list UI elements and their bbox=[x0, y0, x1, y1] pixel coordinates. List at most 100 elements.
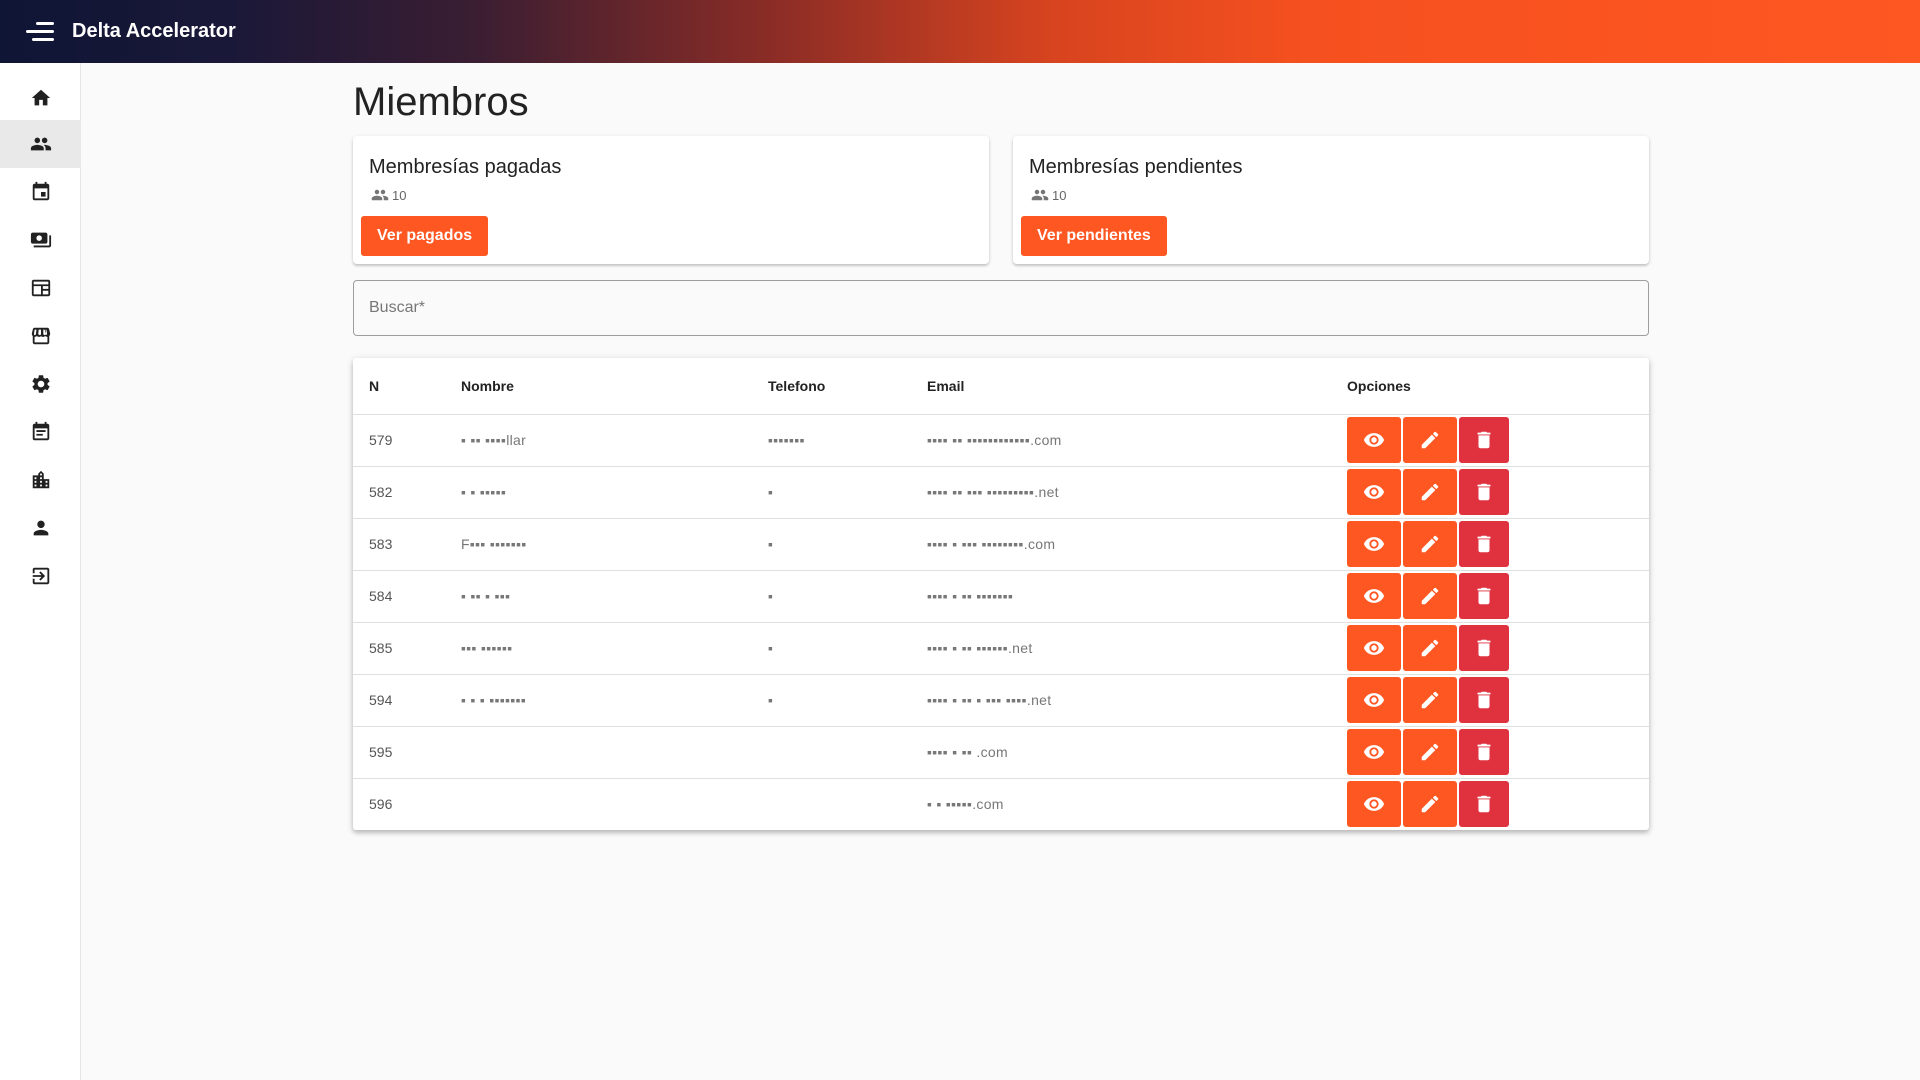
search-input[interactable] bbox=[354, 281, 1648, 335]
buildings-icon bbox=[32, 470, 49, 489]
column-header-name[interactable]: Nombre bbox=[445, 358, 752, 415]
trash-icon bbox=[1477, 587, 1491, 605]
cell-phone: ▪ bbox=[752, 674, 911, 727]
sidebar-item-calendar[interactable] bbox=[0, 168, 81, 216]
column-header-phone[interactable]: Telefono bbox=[752, 358, 911, 415]
sidebar-item-buildings[interactable] bbox=[0, 456, 81, 504]
view-button[interactable] bbox=[1347, 573, 1401, 619]
delete-button[interactable] bbox=[1459, 729, 1509, 775]
trash-icon bbox=[1477, 743, 1491, 761]
app-title: Delta Accelerator bbox=[72, 20, 236, 42]
view-paid-button[interactable]: Ver pagados bbox=[361, 216, 489, 256]
table-row: 596 ▪ ▪ ▪▪▪▪▪.com bbox=[353, 778, 1649, 830]
cell-options bbox=[1331, 466, 1649, 519]
sidebar-item-members[interactable] bbox=[0, 120, 81, 168]
row-actions bbox=[1347, 521, 1649, 567]
members-table: N Nombre Telefono Email Opciones 579 ▪ ▪… bbox=[353, 358, 1649, 830]
edit-button[interactable] bbox=[1403, 573, 1457, 619]
view-button[interactable] bbox=[1347, 469, 1401, 515]
sidebar-item-events[interactable] bbox=[0, 408, 81, 456]
eye-icon bbox=[1363, 589, 1385, 603]
eye-icon bbox=[1363, 693, 1385, 707]
top-app-bar: Delta Accelerator bbox=[0, 0, 1920, 63]
delete-button[interactable] bbox=[1459, 677, 1509, 723]
menu-icon[interactable] bbox=[22, 20, 54, 44]
cell-name: ▪ ▪ ▪ ▪▪▪▪▪▪▪ bbox=[445, 674, 752, 727]
cell-name: ▪▪▪ ▪▪▪▪▪▪ bbox=[445, 622, 752, 675]
cell-phone: ▪ bbox=[752, 570, 911, 623]
view-button[interactable] bbox=[1347, 521, 1401, 567]
table-header-row: N Nombre Telefono Email Opciones bbox=[353, 358, 1649, 415]
delete-button[interactable] bbox=[1459, 625, 1509, 671]
pencil-icon bbox=[1421, 587, 1439, 605]
table-row: 585 ▪▪▪ ▪▪▪▪▪▪ ▪ ▪▪▪▪ ▪ ▪▪ ▪▪▪▪▪▪.net bbox=[353, 622, 1649, 675]
search-field[interactable] bbox=[353, 280, 1649, 336]
view-button[interactable] bbox=[1347, 781, 1401, 828]
cell-phone bbox=[752, 778, 911, 830]
sidebar-item-table[interactable] bbox=[0, 264, 81, 312]
trash-icon bbox=[1477, 535, 1491, 553]
cell-options bbox=[1331, 414, 1649, 467]
card-title: Membresías pagadas bbox=[369, 156, 562, 178]
sidebar-item-logout[interactable] bbox=[0, 552, 81, 600]
view-button[interactable] bbox=[1347, 729, 1401, 775]
edit-button[interactable] bbox=[1403, 781, 1457, 828]
cell-options bbox=[1331, 518, 1649, 571]
trash-icon bbox=[1477, 431, 1491, 449]
delete-button[interactable] bbox=[1459, 417, 1509, 463]
view-button[interactable] bbox=[1347, 677, 1401, 723]
cell-email: ▪▪▪▪ ▪ ▪▪ ▪ ▪▪▪ ▪▪▪▪.net bbox=[911, 674, 1331, 727]
row-actions bbox=[1347, 573, 1649, 619]
edit-button[interactable] bbox=[1403, 469, 1457, 515]
cell-options bbox=[1331, 778, 1649, 830]
edit-button[interactable] bbox=[1403, 625, 1457, 671]
eye-icon bbox=[1363, 797, 1385, 812]
row-actions bbox=[1347, 729, 1649, 775]
view-button[interactable] bbox=[1347, 417, 1401, 463]
edit-button[interactable] bbox=[1403, 521, 1457, 567]
column-header-n[interactable]: N bbox=[353, 358, 445, 415]
table-row: 579 ▪ ▪▪ ▪▪▪▪llar ▪▪▪▪▪▪▪ ▪▪▪▪ ▪▪ ▪▪▪▪▪▪… bbox=[353, 414, 1649, 467]
view-button[interactable] bbox=[1347, 625, 1401, 671]
delete-button[interactable] bbox=[1459, 781, 1509, 828]
table-row: 584 ▪ ▪▪ ▪ ▪▪▪ ▪ ▪▪▪▪ ▪ ▪▪ ▪▪▪▪▪▪▪ bbox=[353, 570, 1649, 623]
sidebar-item-settings[interactable] bbox=[0, 360, 81, 408]
person-icon bbox=[33, 520, 48, 536]
paid-memberships-card: Membresías pagadas 10 Ver pagados bbox=[353, 136, 989, 264]
eye-icon bbox=[1363, 641, 1385, 655]
edit-button[interactable] bbox=[1403, 417, 1457, 463]
cell-email: ▪▪▪▪ ▪▪ ▪▪▪ ▪▪▪▪▪▪▪▪▪.net bbox=[911, 466, 1331, 519]
column-header-email[interactable]: Email bbox=[911, 358, 1331, 415]
trash-icon bbox=[1477, 691, 1491, 709]
sidebar-item-home[interactable] bbox=[0, 74, 81, 122]
pencil-icon bbox=[1421, 639, 1439, 657]
trash-icon bbox=[1477, 796, 1491, 813]
cell-email: ▪▪▪▪ ▪▪ ▪▪▪▪▪▪▪▪▪▪▪▪.com bbox=[911, 414, 1331, 467]
cell-options bbox=[1331, 622, 1649, 675]
cell-name: ▪ ▪ ▪▪▪▪▪ bbox=[445, 466, 752, 519]
edit-button[interactable] bbox=[1403, 729, 1457, 775]
cell-name bbox=[445, 726, 752, 779]
delete-button[interactable] bbox=[1459, 469, 1509, 515]
cell-n: 595 bbox=[353, 726, 445, 779]
view-pending-button[interactable]: Ver pendientes bbox=[1021, 216, 1167, 256]
cell-n: 583 bbox=[353, 518, 445, 571]
sidebar-item-profile[interactable] bbox=[0, 504, 81, 552]
sidebar-item-store[interactable] bbox=[0, 312, 81, 360]
delete-button[interactable] bbox=[1459, 521, 1509, 567]
cell-phone bbox=[752, 726, 911, 779]
sidebar-item-payments[interactable] bbox=[0, 216, 81, 264]
delete-button[interactable] bbox=[1459, 573, 1509, 619]
eye-icon bbox=[1363, 433, 1385, 447]
cell-name: ▪ ▪▪ ▪ ▪▪▪ bbox=[445, 570, 752, 623]
pending-memberships-card: Membresías pendientes 10 Ver pendientes bbox=[1013, 136, 1649, 264]
cell-n: 585 bbox=[353, 622, 445, 675]
trash-icon bbox=[1477, 639, 1491, 657]
cell-n: 579 bbox=[353, 414, 445, 467]
table-row: 583 F▪▪▪ ▪▪▪▪▪▪▪ ▪ ▪▪▪▪ ▪ ▪▪▪ ▪▪▪▪▪▪▪▪.c… bbox=[353, 518, 1649, 571]
logout-icon bbox=[32, 567, 49, 585]
calendar-icon bbox=[32, 181, 49, 201]
pencil-icon bbox=[1421, 483, 1439, 501]
edit-button[interactable] bbox=[1403, 677, 1457, 723]
cell-email: ▪▪▪▪ ▪ ▪▪ ▪▪▪▪▪▪▪ bbox=[911, 570, 1331, 623]
